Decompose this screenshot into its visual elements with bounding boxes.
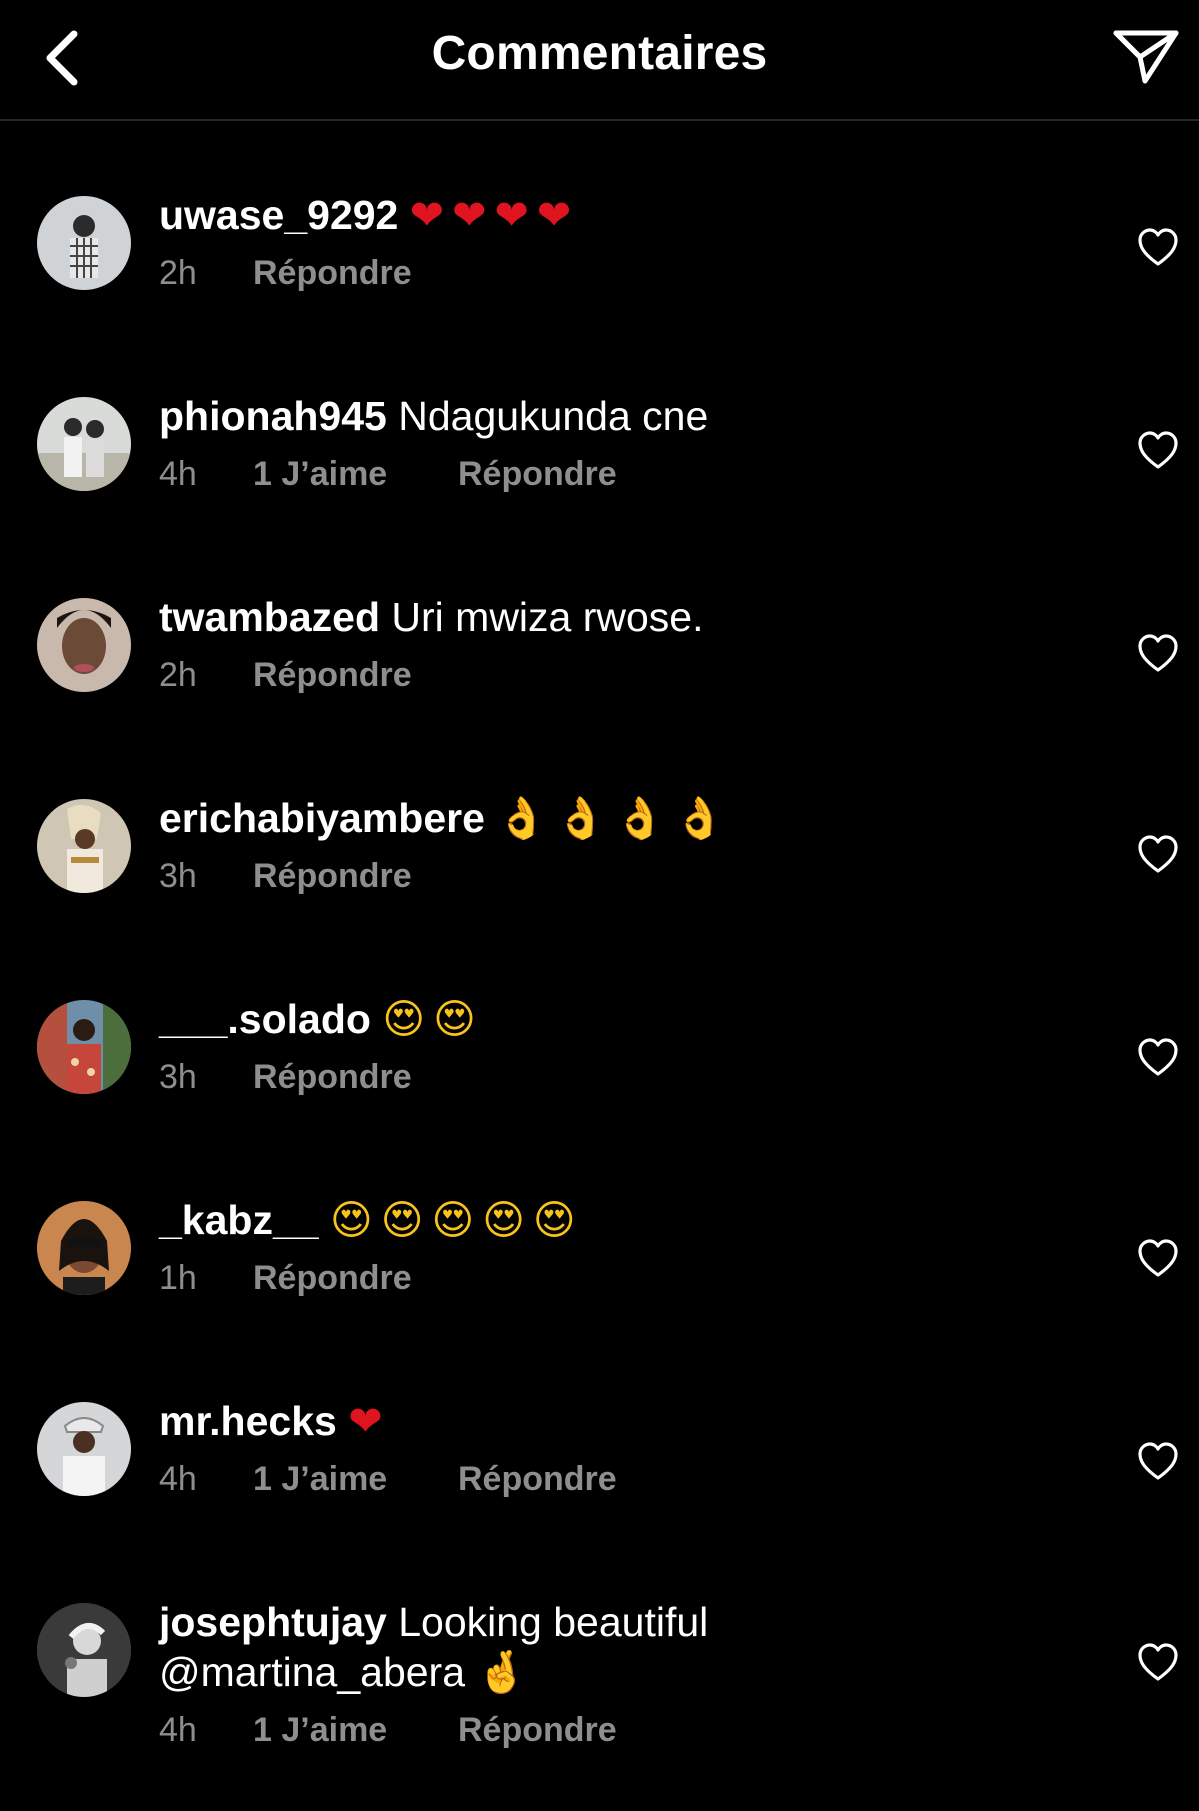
header-bar: Commentaires	[0, 0, 1199, 121]
comment-time: 4h	[159, 1460, 197, 1498]
like-heart-icon[interactable]	[1136, 833, 1180, 877]
comment-meta: 3h Répondre	[159, 857, 1059, 896]
comment-text: ___.solado 😍😍	[159, 994, 1059, 1044]
comment-username[interactable]: phionah945	[159, 393, 387, 439]
avatar[interactable]	[37, 196, 131, 290]
avatar[interactable]	[37, 799, 131, 893]
comment-emoji: 😍😍😍😍😍	[329, 1196, 584, 1244]
paper-plane-icon	[1113, 30, 1179, 84]
comment-text: twambazed Uri mwiza rwose.	[159, 592, 1059, 642]
comment-emoji: 👌👌👌👌	[496, 794, 733, 842]
like-heart-icon[interactable]	[1136, 1036, 1180, 1080]
like-heart-icon[interactable]	[1136, 1440, 1180, 1484]
avatar[interactable]	[37, 1201, 131, 1295]
comment-text: erichabiyambere 👌👌👌👌	[159, 793, 1059, 843]
comment-meta: 2h Répondre	[159, 656, 1059, 695]
comment-meta: 1h Répondre	[159, 1259, 1059, 1298]
comment-meta: 2h Répondre	[159, 254, 1059, 293]
comment-meta: 4h 1 J’aime Répondre	[159, 455, 1059, 494]
comment-meta: 3h Répondre	[159, 1058, 1059, 1097]
comment-username[interactable]: erichabiyambere	[159, 795, 485, 841]
reply-button[interactable]: Répondre	[253, 1058, 412, 1097]
page-title: Commentaires	[431, 27, 768, 80]
comment-emoji: ❤❤❤❤	[409, 191, 580, 239]
comment-text: uwase_9292 ❤❤❤❤	[159, 190, 1059, 240]
avatar[interactable]	[37, 598, 131, 692]
reply-button[interactable]: Répondre	[458, 1460, 617, 1499]
comment-username[interactable]: josephtujay	[159, 1599, 387, 1645]
like-count[interactable]: 1 J’aime	[253, 1711, 458, 1750]
like-heart-icon[interactable]	[1136, 632, 1180, 676]
comment-username[interactable]: mr.hecks	[159, 1398, 337, 1444]
comment-time: 2h	[159, 254, 197, 292]
comment-text: josephtujay Looking beautiful	[159, 1597, 1059, 1647]
reply-button[interactable]: Répondre	[253, 857, 412, 896]
comment-text-line-2: @martina_abera 🤞	[159, 1647, 1059, 1697]
comment-body: Looking beautiful	[398, 1599, 709, 1645]
reply-button[interactable]: Répondre	[253, 656, 412, 695]
avatar[interactable]	[37, 1603, 131, 1697]
comment-time: 4h	[159, 1711, 197, 1749]
share-button[interactable]	[1108, 18, 1184, 94]
comment-time: 2h	[159, 656, 197, 694]
avatar[interactable]	[37, 1402, 131, 1496]
like-heart-icon[interactable]	[1136, 429, 1180, 473]
like-count[interactable]: 1 J’aime	[253, 455, 458, 494]
comment-time: 3h	[159, 857, 197, 895]
comment-emoji: ❤	[348, 1397, 391, 1445]
comment-text: mr.hecks ❤	[159, 1396, 1059, 1446]
reply-button[interactable]: Répondre	[458, 1711, 617, 1750]
avatar[interactable]	[37, 1000, 131, 1094]
like-heart-icon[interactable]	[1136, 1641, 1180, 1685]
comment-body: Ndagukunda cne	[398, 393, 709, 439]
mention-link[interactable]: @martina_abera	[159, 1649, 465, 1695]
comment-username[interactable]: _kabz__	[159, 1197, 319, 1243]
reply-button[interactable]: Répondre	[458, 455, 617, 494]
like-heart-icon[interactable]	[1136, 1237, 1180, 1281]
comment-time: 3h	[159, 1058, 197, 1096]
comment-emoji: 😍😍	[382, 995, 484, 1043]
comment-meta: 4h 1 J’aime Répondre	[159, 1711, 1059, 1750]
avatar[interactable]	[37, 397, 131, 491]
comment-text: _kabz__ 😍😍😍😍😍	[159, 1195, 1059, 1245]
reply-button[interactable]: Répondre	[253, 254, 412, 293]
reply-button[interactable]: Répondre	[253, 1259, 412, 1298]
comment-username[interactable]: twambazed	[159, 594, 380, 640]
like-count[interactable]: 1 J’aime	[253, 1460, 458, 1499]
comment-time: 1h	[159, 1259, 197, 1297]
comment-username[interactable]: uwase_9292	[159, 192, 398, 238]
comment-time: 4h	[159, 455, 197, 493]
comment-meta: 4h 1 J’aime Répondre	[159, 1460, 1059, 1499]
comment-body: Uri mwiza rwose.	[391, 594, 704, 640]
comment-username[interactable]: ___.solado	[159, 996, 371, 1042]
comment-emoji: 🤞	[476, 1648, 536, 1696]
like-heart-icon[interactable]	[1136, 226, 1180, 270]
comment-text: phionah945 Ndagukunda cne	[159, 391, 1059, 441]
